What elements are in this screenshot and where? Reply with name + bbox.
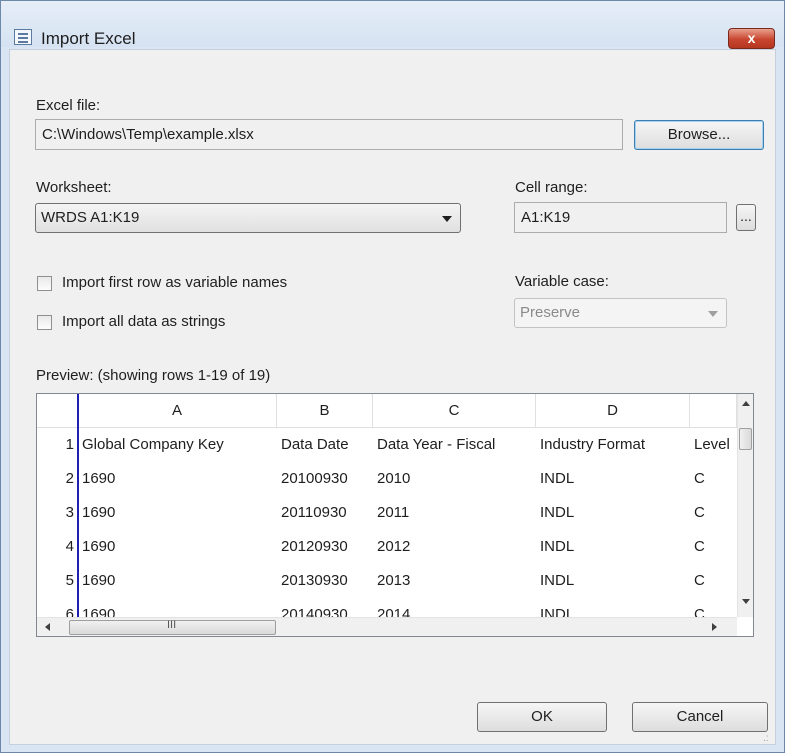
table-cell: 20100930 <box>281 470 348 487</box>
cell-range-picker-button[interactable]: ... <box>736 204 756 231</box>
table-cell: Level <box>694 436 730 453</box>
grid-corner <box>37 394 78 428</box>
preview-grid[interactable]: A B C D 1 Global Company Key Data Date D… <box>36 393 754 637</box>
excel-file-input[interactable]: C:\Windows\Temp\example.xlsx <box>35 119 623 150</box>
table-row: 2 1690 20100930 2010 INDL C <box>37 462 737 496</box>
table-cell: Industry Format <box>540 436 646 453</box>
browse-button[interactable]: Browse... <box>634 120 764 150</box>
frozen-column-divider <box>77 394 79 636</box>
row-number: 5 <box>65 572 74 589</box>
table-cell: Data Date <box>281 436 349 453</box>
table-row: 3 1690 20110930 2011 INDL C <box>37 496 737 530</box>
first-row-checkbox[interactable] <box>37 276 52 291</box>
table-cell: 1690 <box>82 572 116 589</box>
row-number: 3 <box>65 504 74 521</box>
vertical-scrollbar[interactable] <box>737 394 753 617</box>
row-number: 1 <box>65 436 74 453</box>
worksheet-selected-value: WRDS A1:K19 <box>41 209 140 226</box>
strings-label[interactable]: Import all data as strings <box>62 313 225 330</box>
scroll-grip: III <box>167 619 177 631</box>
first-row-label[interactable]: Import first row as variable names <box>62 274 287 291</box>
table-row: 4 1690 20120930 2012 INDL C <box>37 530 737 564</box>
table-row: 6 1690 20140930 2014 INDL C <box>37 598 737 617</box>
row-number: 6 <box>65 606 74 617</box>
table-cell: 1690 <box>82 470 116 487</box>
scroll-right-icon[interactable] <box>712 623 717 631</box>
column-header-c[interactable]: C <box>373 394 536 428</box>
column-header-e[interactable] <box>690 394 737 428</box>
scroll-left-icon[interactable] <box>45 623 50 631</box>
table-cell: C <box>694 470 705 487</box>
vertical-scroll-thumb[interactable] <box>739 428 752 450</box>
preview-label: Preview: (showing rows 1-19 of 19) <box>36 367 271 384</box>
row-number: 4 <box>65 538 74 555</box>
chevron-down-icon <box>708 311 718 317</box>
resize-grip-icon[interactable]: .: <box>763 733 769 744</box>
table-cell: 1690 <box>82 504 116 521</box>
table-cell: 2010 <box>377 470 411 487</box>
table-cell: Data Year - Fiscal <box>377 436 496 453</box>
cell-range-label: Cell range: <box>515 179 588 196</box>
worksheet-select[interactable]: WRDS A1:K19 <box>35 203 461 233</box>
table-cell: 2011 <box>377 504 410 521</box>
horizontal-scrollbar[interactable]: III <box>37 617 737 636</box>
table-cell: INDL <box>540 538 575 555</box>
strings-checkbox[interactable] <box>37 315 52 330</box>
variable-case-label: Variable case: <box>515 273 609 290</box>
table-cell: 2014 <box>377 606 411 617</box>
import-excel-dialog: Import Excel x Excel file: C:\Windows\Te… <box>0 0 785 753</box>
dialog-icon <box>14 29 32 45</box>
table-cell: INDL <box>540 572 575 589</box>
table-cell: 20130930 <box>281 572 348 589</box>
ok-button[interactable]: OK <box>477 702 607 732</box>
scroll-down-icon[interactable] <box>742 599 750 604</box>
excel-file-label: Excel file: <box>36 97 101 114</box>
table-cell: 20110930 <box>281 504 347 521</box>
table-cell: INDL <box>540 504 575 521</box>
column-header-d[interactable]: D <box>536 394 690 428</box>
close-button[interactable]: x <box>728 28 775 49</box>
horizontal-scroll-thumb[interactable]: III <box>69 619 276 635</box>
column-header-a[interactable]: A <box>78 394 277 428</box>
table-cell: C <box>694 606 705 617</box>
table-cell: INDL <box>540 470 575 487</box>
table-cell: 2013 <box>377 572 411 589</box>
table-cell: INDL <box>540 606 575 617</box>
table-row: 1 Global Company Key Data Date Data Year… <box>37 428 737 462</box>
column-header-b[interactable]: B <box>277 394 373 428</box>
table-cell: 2012 <box>377 538 411 555</box>
table-row: 5 1690 20130930 2013 INDL C <box>37 564 737 598</box>
variable-case-selected-value: Preserve <box>520 304 581 321</box>
table-cell: 20140930 <box>281 606 348 617</box>
table-cell: 1690 <box>82 606 116 617</box>
cancel-button[interactable]: Cancel <box>632 702 768 732</box>
chevron-down-icon <box>442 216 452 222</box>
worksheet-label: Worksheet: <box>36 179 112 196</box>
cell-range-input[interactable]: A1:K19 <box>514 202 727 233</box>
scroll-up-icon[interactable] <box>742 401 750 406</box>
variable-case-select[interactable]: Preserve <box>514 298 727 328</box>
table-cell: C <box>694 538 705 555</box>
dialog-title: Import Excel <box>41 29 136 48</box>
row-number: 2 <box>65 470 74 487</box>
table-cell: 20120930 <box>281 538 348 555</box>
table-cell: C <box>694 504 705 521</box>
table-cell: C <box>694 572 705 589</box>
title-bar[interactable]: Import Excel x <box>1 1 784 49</box>
table-cell: 1690 <box>82 538 116 555</box>
table-cell: Global Company Key <box>82 436 224 453</box>
